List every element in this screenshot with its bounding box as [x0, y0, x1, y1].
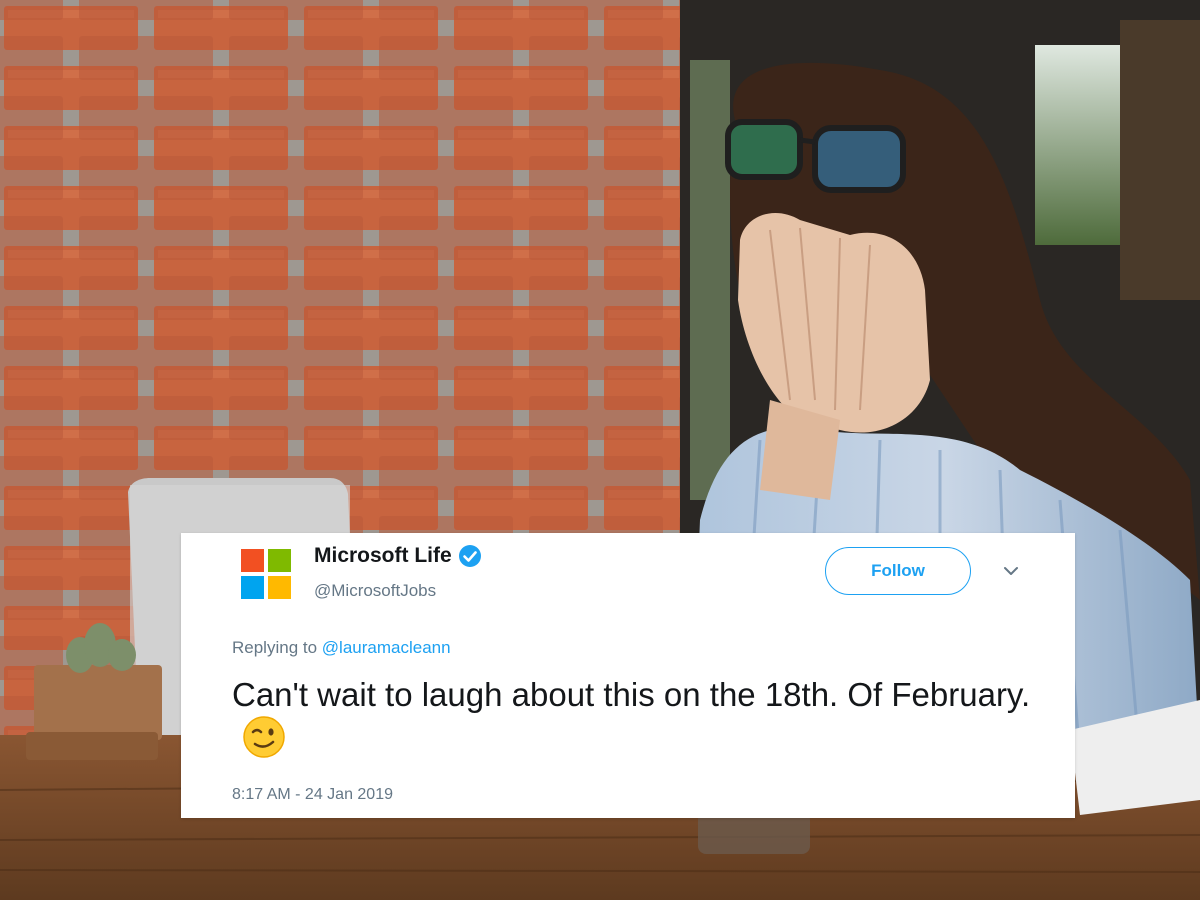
tweet-card: Microsoft Life @MicrosoftJobs Follow Rep…	[181, 533, 1075, 818]
replying-to: Replying to @lauramacleann	[232, 638, 451, 658]
display-name[interactable]: Microsoft Life	[314, 544, 452, 568]
tweet-text-block: Can't wait to laugh about this on the 18…	[232, 673, 1032, 763]
tweet-text: Can't wait to laugh about this on the 18…	[232, 676, 1031, 713]
user-handle[interactable]: @MicrosoftJobs	[314, 581, 436, 601]
microsoft-logo-icon[interactable]	[241, 549, 291, 599]
winking-face-icon	[243, 716, 285, 759]
tweet-timestamp[interactable]: 8:17 AM - 24 Jan 2019	[232, 786, 393, 804]
reply-mention-link[interactable]: @lauramacleann	[322, 638, 451, 657]
chevron-down-icon[interactable]	[999, 559, 1023, 583]
replying-prefix: Replying to	[232, 638, 318, 657]
author-row: Microsoft Life	[314, 544, 482, 568]
follow-button[interactable]: Follow	[825, 547, 971, 595]
verified-badge-icon	[458, 545, 481, 567]
